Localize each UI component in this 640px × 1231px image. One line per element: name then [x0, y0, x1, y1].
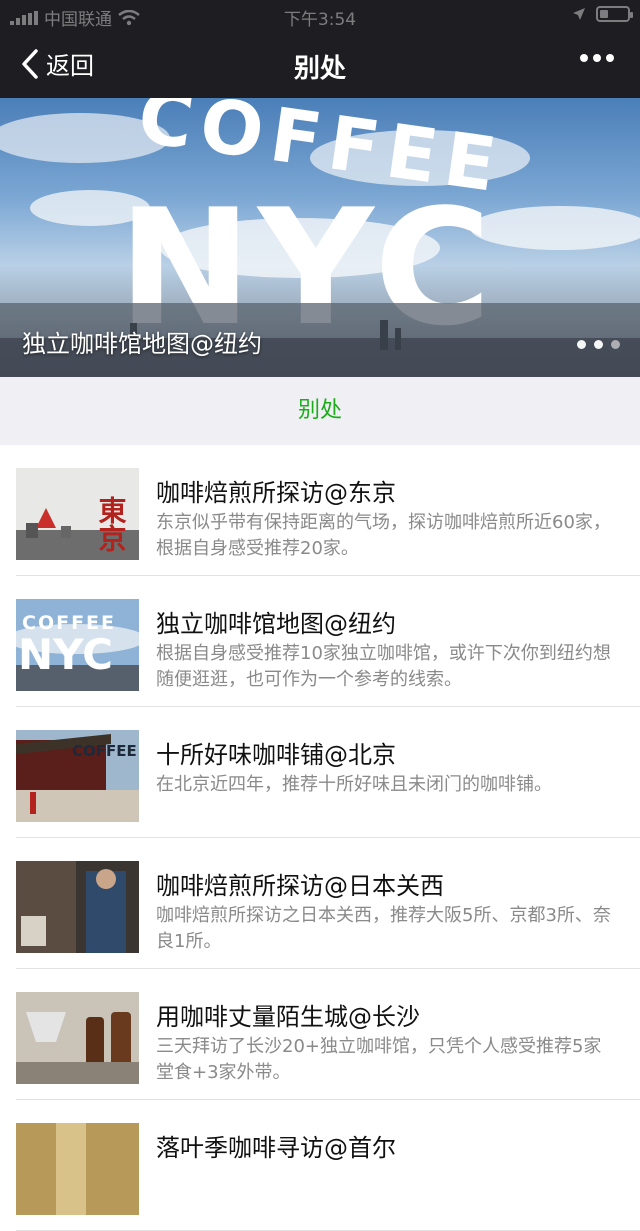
list-item[interactable]: COFFEE NYC 独立咖啡馆地图@纽约 根据自身感受推荐10家独立咖啡馆，或…: [0, 576, 640, 707]
battery-icon: [596, 6, 633, 22]
article-title: 落叶季咖啡寻访@首尔: [156, 1134, 396, 1162]
article-title: 十所好味咖啡铺@北京: [156, 741, 396, 769]
nav-bar: 返回 别处: [0, 32, 640, 98]
article-description: 在北京近四年，推荐十所好味且未闭门的咖啡铺。: [156, 774, 552, 795]
carousel-indicator: [577, 340, 620, 349]
list-item[interactable]: COFFEE 十所好味咖啡铺@北京 在北京近四年，推荐十所好味且未闭门的咖啡铺。: [0, 707, 640, 838]
article-title: 咖啡焙煎所探访@日本关西: [156, 872, 444, 900]
article-list: 東京 咖啡焙煎所探访@东京 东京似乎带有保持距离的气场，探访咖啡焙煎所近60家，…: [0, 445, 640, 1231]
article-title: 咖啡焙煎所探访@东京: [156, 479, 396, 507]
clock: 下午3:54: [283, 10, 357, 30]
page-title: 别处: [293, 54, 346, 84]
thumbnail-image: [16, 992, 139, 1084]
thumbnail-image: COFFEE: [16, 730, 139, 822]
status-bar: 中国联通 下午3:54: [0, 0, 640, 32]
thumb-nyc-line2: NYC: [18, 630, 113, 679]
more-dots-icon: [580, 54, 588, 62]
banner-caption: 独立咖啡馆地图@纽约: [22, 330, 262, 358]
section-header: 别处: [0, 377, 640, 445]
article-description: 咖啡焙煎所探访之日本关西，推荐大阪5所、京都3所、奈良1所。: [156, 905, 611, 952]
thumbnail-image: [16, 1123, 139, 1215]
article-description: 东京似乎带有保持距离的气场，探访咖啡焙煎所近60家，根据自身感受推荐20家。: [156, 512, 611, 559]
more-menu-button[interactable]: [580, 54, 614, 62]
thumb-beijing-text: COFFEE: [72, 742, 137, 760]
article-description: 三天拜访了长沙20+独立咖啡馆，只凭个人感受推荐5家堂食+3家外带。: [156, 1036, 602, 1083]
list-item[interactable]: 咖啡焙煎所探访@日本关西 咖啡焙煎所探访之日本关西，推荐大阪5所、京都3所、奈良…: [0, 838, 640, 969]
list-item[interactable]: 用咖啡丈量陌生城@长沙 三天拜访了长沙20+独立咖啡馆，只凭个人感受推荐5家堂食…: [0, 969, 640, 1100]
thumb-tokyo-text: 東京: [95, 496, 128, 552]
list-item[interactable]: 東京 咖啡焙煎所探访@东京 东京似乎带有保持距离的气场，探访咖啡焙煎所近60家，…: [0, 445, 640, 576]
thumbnail-image: [16, 861, 139, 953]
article-description: 根据自身感受推荐10家独立咖啡馆，或许下次你到纽约想随便逛逛，也可作为一个参考的…: [156, 643, 611, 690]
location-arrow-icon: [573, 8, 585, 20]
featured-banner[interactable]: COFFEE NYC 独立咖啡馆地图@纽约: [0, 98, 640, 377]
thumbnail-image: COFFEE NYC: [16, 599, 139, 691]
thumbnail-image: 東京: [16, 468, 139, 560]
article-title: 用咖啡丈量陌生城@长沙: [156, 1003, 420, 1031]
list-item[interactable]: 落叶季咖啡寻访@首尔: [0, 1100, 640, 1231]
article-title: 独立咖啡馆地图@纽约: [156, 610, 396, 638]
